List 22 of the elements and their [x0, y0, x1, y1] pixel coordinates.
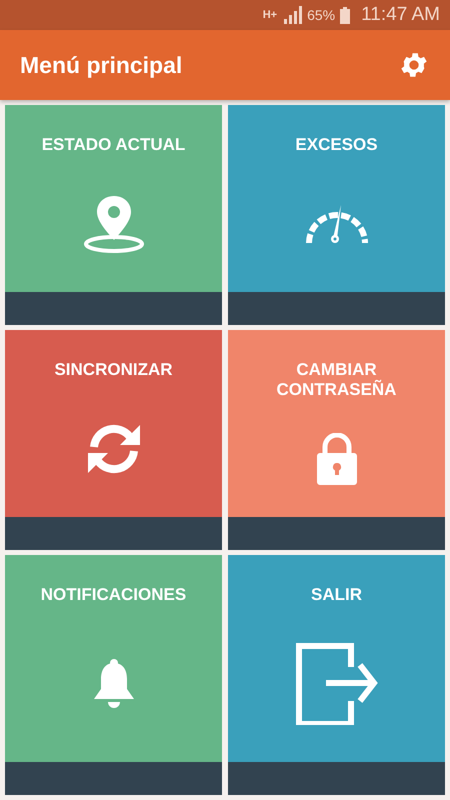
padlock-icon — [316, 432, 358, 485]
tile-label: SINCRONIZAR — [54, 360, 173, 380]
menu-tile[interactable]: SALIR — [228, 555, 445, 795]
clock: 11:47 AM — [361, 4, 440, 26]
screen-title: Menú principal — [20, 52, 182, 78]
tile-label: ESTADO ACTUAL — [42, 135, 186, 156]
menu-tile[interactable]: SINCRONIZAR — [5, 330, 222, 550]
menu-tile[interactable]: EXCESOS — [228, 105, 445, 325]
battery-icon — [340, 6, 350, 24]
exit-door-icon — [296, 642, 378, 725]
menu-tile[interactable]: NOTIFICACIONES — [5, 555, 222, 795]
bell-icon — [92, 658, 134, 709]
tile-label: SALIR — [311, 585, 362, 606]
menu-tile[interactable]: ESTADO ACTUAL — [5, 105, 222, 325]
signal-icon — [282, 6, 302, 24]
battery-percent: 65% — [307, 7, 336, 23]
network-type: H+ — [262, 9, 278, 21]
menu-tile[interactable]: CAMBIAR CONTRASEÑA — [228, 330, 445, 550]
location-pin-icon — [82, 194, 146, 254]
tile-label: NOTIFICACIONES — [40, 585, 186, 606]
tile-label: EXCESOS — [295, 135, 378, 156]
tile-label: CAMBIAR CONTRASEÑA — [276, 360, 398, 401]
